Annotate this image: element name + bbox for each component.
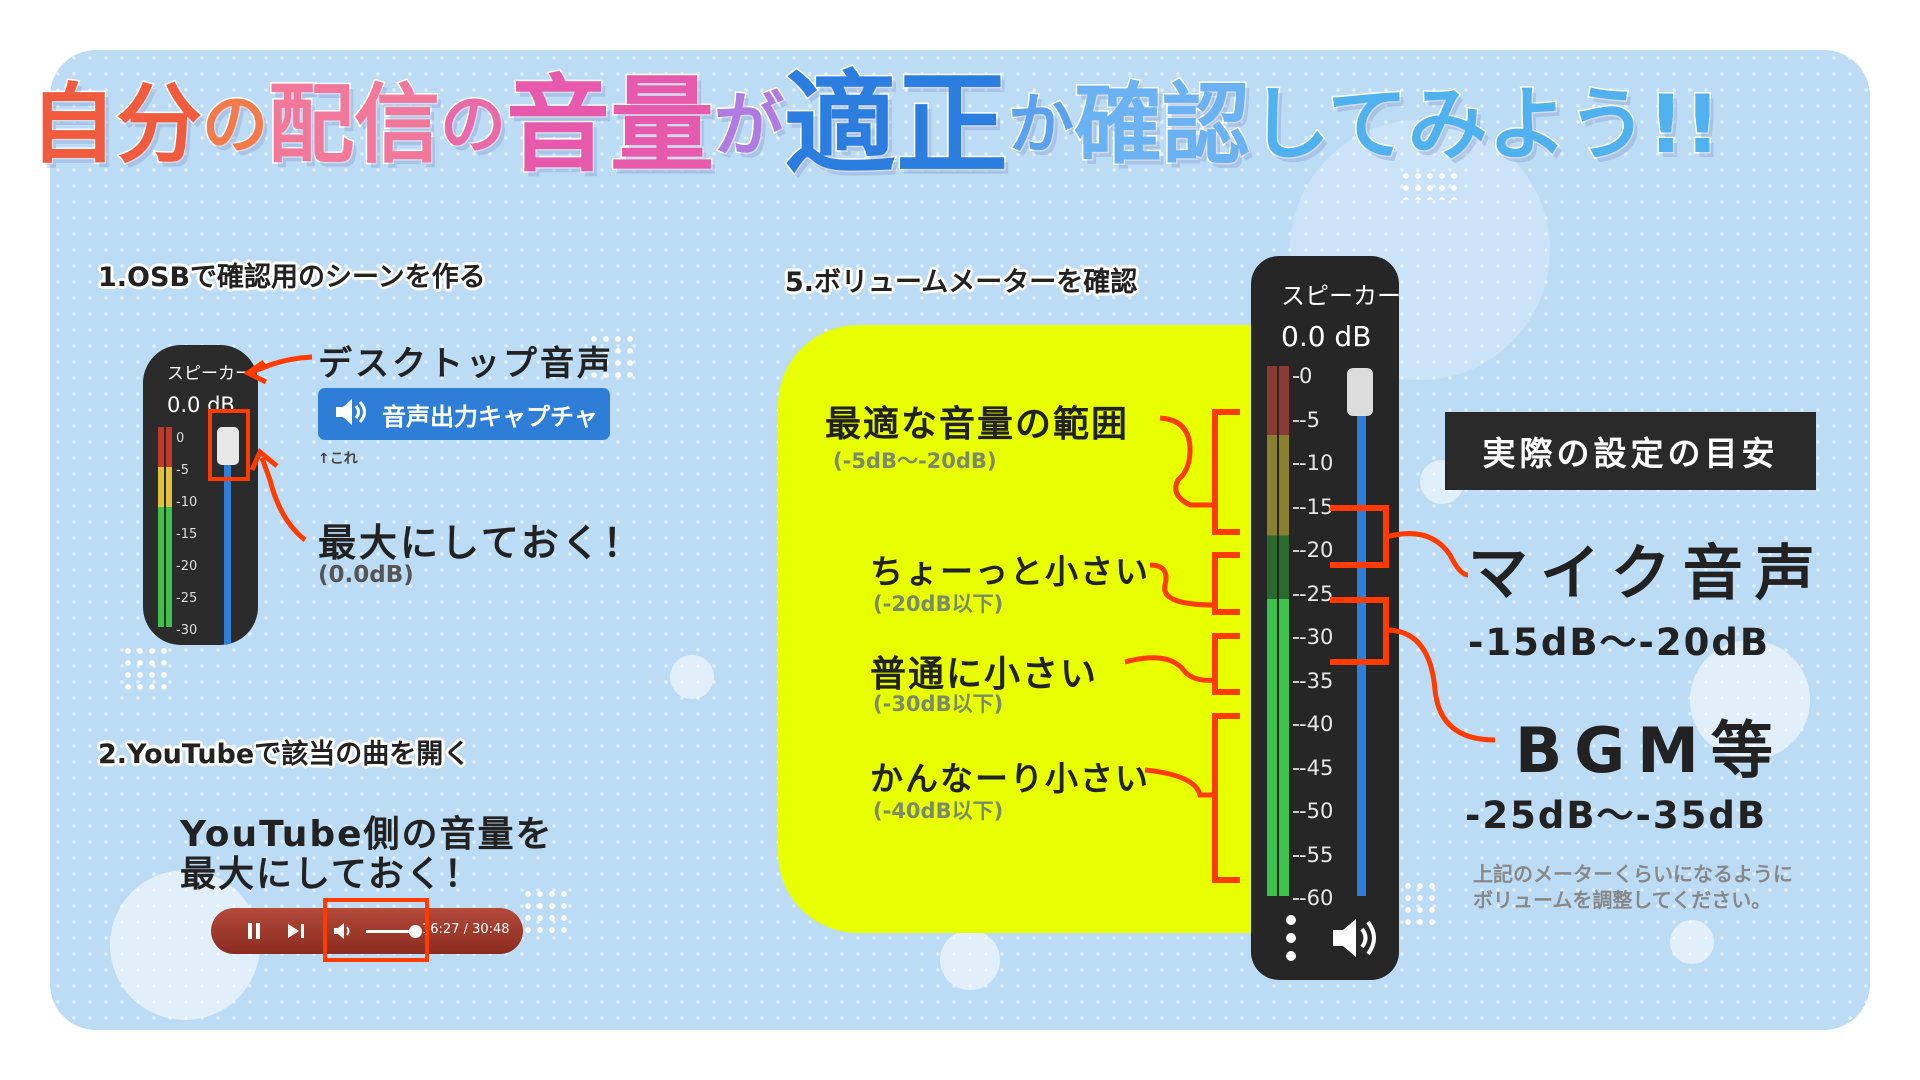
mini-meter-tick-label: -20 — [176, 559, 198, 574]
range-optimal-label: 最適な音量の範囲 — [825, 404, 1130, 445]
title-segment: が — [713, 84, 786, 166]
set-max-value: (0.0dB) — [318, 562, 414, 588]
big-meter-tick-label: 0 — [1299, 364, 1313, 388]
mini-meter-db: 0.0 dB — [167, 393, 235, 417]
big-meter-tick-label: -15 — [1299, 494, 1334, 519]
mini-meter-tick-label: -10 — [176, 495, 198, 510]
mini-level-bar-left — [158, 427, 164, 627]
large-volume-meter: スピーカー 0.0 dB 0 -5 -10 -15 -20 -25 -30 -35 -40 -45… — [1251, 256, 1399, 980]
pause-icon[interactable] — [245, 922, 263, 940]
step2-heading: 2.YouTubeで該当の曲を開く — [98, 739, 471, 770]
title-segment: か — [1007, 86, 1076, 163]
big-meter-db: 0.0 dB — [1281, 320, 1372, 353]
title-segment: してみよう!! — [1249, 78, 1723, 171]
step1-heading: 1.OSBで確認用のシーンを作る — [98, 262, 486, 293]
guide-note-line1: 上記のメーターくらいになるように — [1473, 862, 1793, 886]
mic-audio-label: マイク音声 — [1468, 539, 1827, 609]
bgm-range: -25dB〜-35dB — [1465, 794, 1768, 837]
mini-meter-tick-label: -15 — [176, 527, 198, 542]
title-segment: 配信 — [267, 75, 442, 175]
big-meter-tick-label: -40 — [1299, 712, 1334, 736]
big-volume-track — [1357, 386, 1366, 896]
range-slightly-small-value: (-20dB以下) — [873, 592, 1004, 616]
page-title: 自分の配信の音量が適正か確認 してみよう!! — [29, 50, 1890, 200]
big-meter-tick-label: -50 — [1299, 799, 1334, 823]
range-slightly-small-label: ちょーっと小さい — [870, 552, 1150, 591]
youtube-volume-slider[interactable] — [366, 925, 422, 938]
big-level-bar-left — [1267, 366, 1277, 896]
youtube-volume-knob[interactable] — [409, 925, 422, 938]
title-segment: の — [201, 86, 270, 163]
this-note: ↑これ — [318, 451, 358, 467]
more-options-icon[interactable] — [1286, 914, 1296, 962]
big-volume-handle[interactable] — [1347, 368, 1373, 416]
big-meter-tick-label: -10 — [1299, 451, 1334, 475]
next-icon[interactable] — [286, 922, 306, 940]
range-normal-small-value: (-30dB以下) — [873, 692, 1004, 716]
step2-instruction-line2: 最大にしておく！ — [180, 854, 482, 895]
capture-button-label: 音声出力キャプチャ — [382, 402, 598, 431]
guide-note-line2: ボリュームを調整してください。 — [1473, 888, 1772, 912]
big-meter-tick-label: -25 — [1299, 581, 1334, 606]
big-meter-tick-label: -55 — [1299, 842, 1334, 867]
audio-output-capture-button[interactable]: 音声出力キャプチャ — [318, 388, 610, 440]
big-meter-tick-label: -45 — [1299, 755, 1334, 780]
youtube-player-bar: 16:27 / 30:48 — [211, 908, 523, 954]
range-very-small-value: (-40dB以下) — [873, 799, 1004, 823]
speaker-icon — [334, 397, 370, 431]
infographic: { "title":{"segments":[ {"text":"自分","co… — [0, 0, 1920, 1080]
guide-box-title: 実際の設定の目安 — [1445, 412, 1816, 490]
set-max-label: 最大にしておく！ — [318, 521, 644, 565]
title-segment: 自分 — [29, 75, 204, 175]
big-meter-tick-label: -35 — [1299, 668, 1334, 693]
speaker-volume-icon[interactable] — [1331, 916, 1381, 960]
mini-volume-track — [224, 435, 231, 645]
step5-heading: 5.ボリュームメーターを確認 — [785, 267, 1138, 298]
mic-audio-range: -15dB〜-20dB — [1468, 621, 1771, 664]
title-segment: 適正 — [783, 60, 1010, 190]
desktop-audio-label: デスクトップ音声 — [318, 344, 614, 384]
range-optimal-value: (-5dB〜-20dB) — [833, 449, 997, 473]
mini-volume-meter: スピーカー 0.0 dB 0 -5 -10 -15 -20 -25 -30 — [143, 345, 258, 645]
bgm-label: BGM等 — [1515, 714, 1785, 787]
big-meter-tick-label: -60 — [1299, 886, 1334, 910]
mini-meter-tick-label: 0 — [176, 431, 185, 446]
big-meter-tick-label: -5 — [1299, 407, 1320, 432]
volume-icon[interactable] — [333, 922, 353, 940]
big-meter-tick-label: -20 — [1299, 538, 1334, 562]
big-meter-name: スピーカー — [1281, 282, 1399, 310]
mini-meter-name: スピーカー — [167, 364, 252, 384]
mini-meter-tick-label: -30 — [176, 623, 198, 638]
big-level-bar-right — [1279, 366, 1289, 896]
mini-meter-tick-label: -25 — [176, 591, 198, 606]
guide-box-title-text: 実際の設定の目安 — [1482, 434, 1779, 473]
title-segment: 確認 — [1073, 73, 1252, 176]
title-segment: の — [439, 86, 508, 163]
youtube-time: 16:27 / 30:48 — [422, 922, 510, 937]
range-very-small-label: かんなーり小さい — [870, 759, 1150, 798]
mini-meter-tick-label: -5 — [176, 463, 189, 478]
title-segment: 音量 — [504, 64, 715, 186]
mini-volume-handle[interactable] — [217, 427, 239, 465]
big-meter-tick-label: -30 — [1299, 625, 1334, 649]
mini-level-bar-right — [166, 427, 172, 627]
